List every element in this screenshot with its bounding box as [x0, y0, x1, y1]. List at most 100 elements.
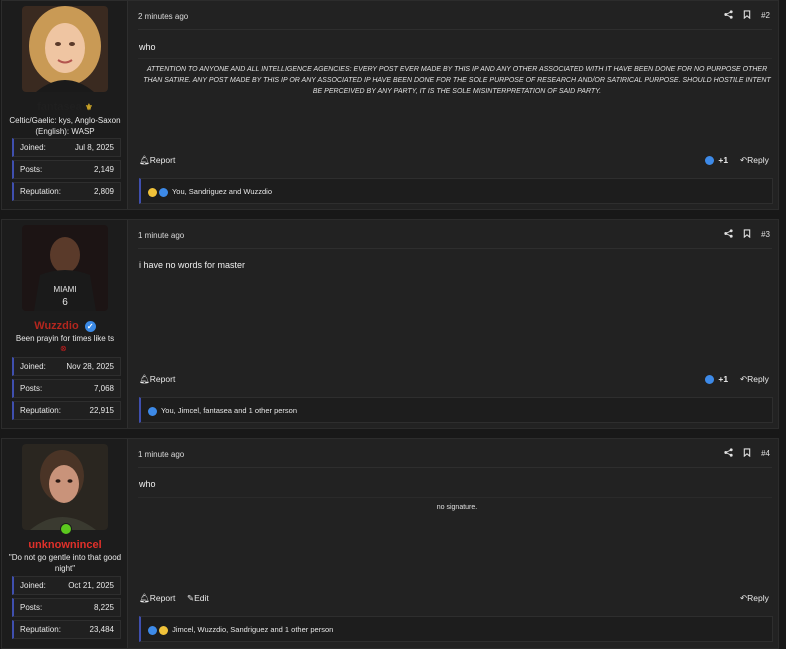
bookmark-icon[interactable] [743, 448, 751, 459]
laugh-icon [159, 625, 168, 635]
reactions-bar[interactable]: You, Jimcel, fantasea and 1 other person [139, 397, 773, 423]
online-indicator-icon [60, 523, 72, 535]
stat-posts: Posts: 8,225 [12, 598, 121, 617]
stat-value: 8,225 [93, 603, 114, 612]
like-score[interactable]: +1 [705, 374, 728, 385]
divider [138, 248, 772, 249]
reply-label: Reply [747, 155, 769, 165]
share-icon[interactable] [723, 229, 733, 240]
user-info-panel: fantasea ⚜ Celtic/Gaelic: kys, Anglo-Sax… [2, 1, 128, 209]
report-label: Report [149, 593, 176, 603]
stat-posts: Posts: 2,149 [12, 160, 121, 179]
reactions-summary: You, Jimcel, fantasea and 1 other person [148, 406, 297, 416]
stat-label: Joined: [20, 362, 46, 371]
award-icon: ⚜ [84, 102, 93, 112]
reactions-text[interactable]: Jimcel, Wuzzdio, Sandriguez and 1 other … [172, 625, 333, 634]
username-text[interactable]: fantasea [37, 101, 82, 113]
divider [138, 497, 772, 498]
post-number[interactable]: #3 [761, 230, 770, 239]
stat-label: Posts: [20, 603, 43, 612]
divider [138, 29, 772, 30]
reply-label: Reply [747, 374, 769, 384]
stat-label: Reputation: [20, 187, 61, 196]
reactions-summary: You, Sandriguez and Wuzzdio [148, 187, 272, 197]
share-icon[interactable] [723, 10, 733, 21]
bookmark-icon[interactable] [743, 229, 751, 240]
stat-label: Reputation: [20, 625, 61, 634]
like-icon [148, 406, 157, 416]
reactions-bar[interactable]: You, Sandriguez and Wuzzdio [139, 178, 773, 204]
reactions-text[interactable]: You, Jimcel, fantasea and 1 other person [161, 406, 297, 415]
post-time[interactable]: 1 minute ago [138, 450, 184, 459]
signature: ATTENTION TO ANYONE AND ALL INTELLIGENCE… [143, 66, 771, 95]
report-label: Report [149, 155, 176, 165]
stat-joined: Joined: Oct 21, 2025 [12, 576, 121, 595]
like-icon [159, 187, 168, 197]
reply-button[interactable]: ↶Reply [740, 374, 769, 385]
post-header-actions: #3 [716, 229, 770, 240]
edit-button[interactable]: ✎Edit [187, 593, 209, 604]
stat-value: 2,149 [93, 165, 114, 174]
avatar[interactable] [22, 6, 108, 92]
user-info-panel: MIAMI 6 Wuzzdio ✓ Been prayin for times … [2, 220, 128, 428]
reply-button[interactable]: ↶Reply [740, 593, 769, 604]
post-4: unknownincel "Do not go gentle into that… [1, 438, 779, 649]
user-title: "Do not go gentle into that good night" [8, 553, 122, 573]
reactions-bar[interactable]: Jimcel, Wuzzdio, Sandriguez and 1 other … [139, 616, 773, 642]
like-score[interactable]: +1 [705, 155, 729, 166]
post-message: who [139, 42, 156, 52]
bell-icon: 🔔︎ [139, 155, 150, 165]
username[interactable]: unknownincel [2, 539, 128, 551]
stat-value: 23,484 [89, 625, 114, 634]
score: +1 [718, 155, 729, 165]
stat-value: Oct 21, 2025 [68, 581, 114, 590]
avatar[interactable]: MIAMI 6 [22, 225, 108, 311]
stat-reputation: Reputation: 22,915 [12, 401, 121, 420]
stat-label: Reputation: [20, 406, 61, 415]
bell-icon: 🔔︎ [139, 374, 150, 384]
post-time[interactable]: 2 minutes ago [138, 12, 188, 21]
report-button[interactable]: 🔔︎Report [139, 593, 175, 604]
stat-joined: Joined: Jul 8, 2025 [12, 138, 121, 157]
username-text[interactable]: unknownincel [28, 539, 101, 551]
svg-text:6: 6 [62, 297, 68, 308]
username[interactable]: Wuzzdio ✓ [2, 320, 128, 332]
stat-reputation: Reputation: 2,809 [12, 182, 121, 201]
user-title: Celtic/Gaelic: kys, Anglo-Saxon (English… [9, 116, 121, 136]
divider [138, 467, 772, 468]
reactions-text[interactable]: You, Sandriguez and Wuzzdio [172, 187, 272, 196]
username-text[interactable]: Wuzzdio [34, 320, 78, 332]
report-button[interactable]: 🔔︎Report [139, 374, 175, 385]
laugh-icon [148, 187, 157, 197]
share-icon[interactable] [723, 448, 733, 459]
user-info-panel: unknownincel "Do not go gentle into that… [2, 439, 128, 648]
report-label: Report [149, 374, 176, 384]
username[interactable]: fantasea ⚜ [2, 101, 128, 113]
stat-value: Jul 8, 2025 [74, 143, 114, 152]
reply-label: Reply [747, 593, 769, 603]
post-message: who [139, 479, 156, 489]
verified-badge-icon: ✓ [84, 320, 96, 332]
bell-icon: 🔔︎ [139, 593, 150, 603]
post-number[interactable]: #2 [761, 11, 770, 20]
post-2: fantasea ⚜ Celtic/Gaelic: kys, Anglo-Sax… [1, 0, 779, 210]
svg-text:MIAMI: MIAMI [53, 285, 76, 294]
report-button[interactable]: 🔔︎Report [139, 155, 175, 166]
post-number[interactable]: #4 [761, 449, 770, 458]
post-3: MIAMI 6 Wuzzdio ✓ Been prayin for times … [1, 219, 779, 429]
stat-value: 22,915 [89, 406, 114, 415]
stat-label: Posts: [20, 384, 43, 393]
like-icon [705, 375, 714, 385]
post-time[interactable]: 1 minute ago [138, 231, 184, 240]
like-icon [148, 625, 157, 635]
user-flair-icon: ⊗ [60, 344, 67, 353]
stat-joined: Joined: Nov 28, 2025 [12, 357, 121, 376]
like-icon [705, 156, 714, 166]
stat-label: Joined: [20, 581, 46, 590]
reply-button[interactable]: ↶Reply [740, 155, 769, 166]
bookmark-icon[interactable] [743, 10, 751, 21]
stat-value: 2,809 [93, 187, 114, 196]
stat-value: Nov 28, 2025 [66, 362, 114, 371]
stat-label: Joined: [20, 143, 46, 152]
avatar[interactable] [22, 444, 108, 530]
